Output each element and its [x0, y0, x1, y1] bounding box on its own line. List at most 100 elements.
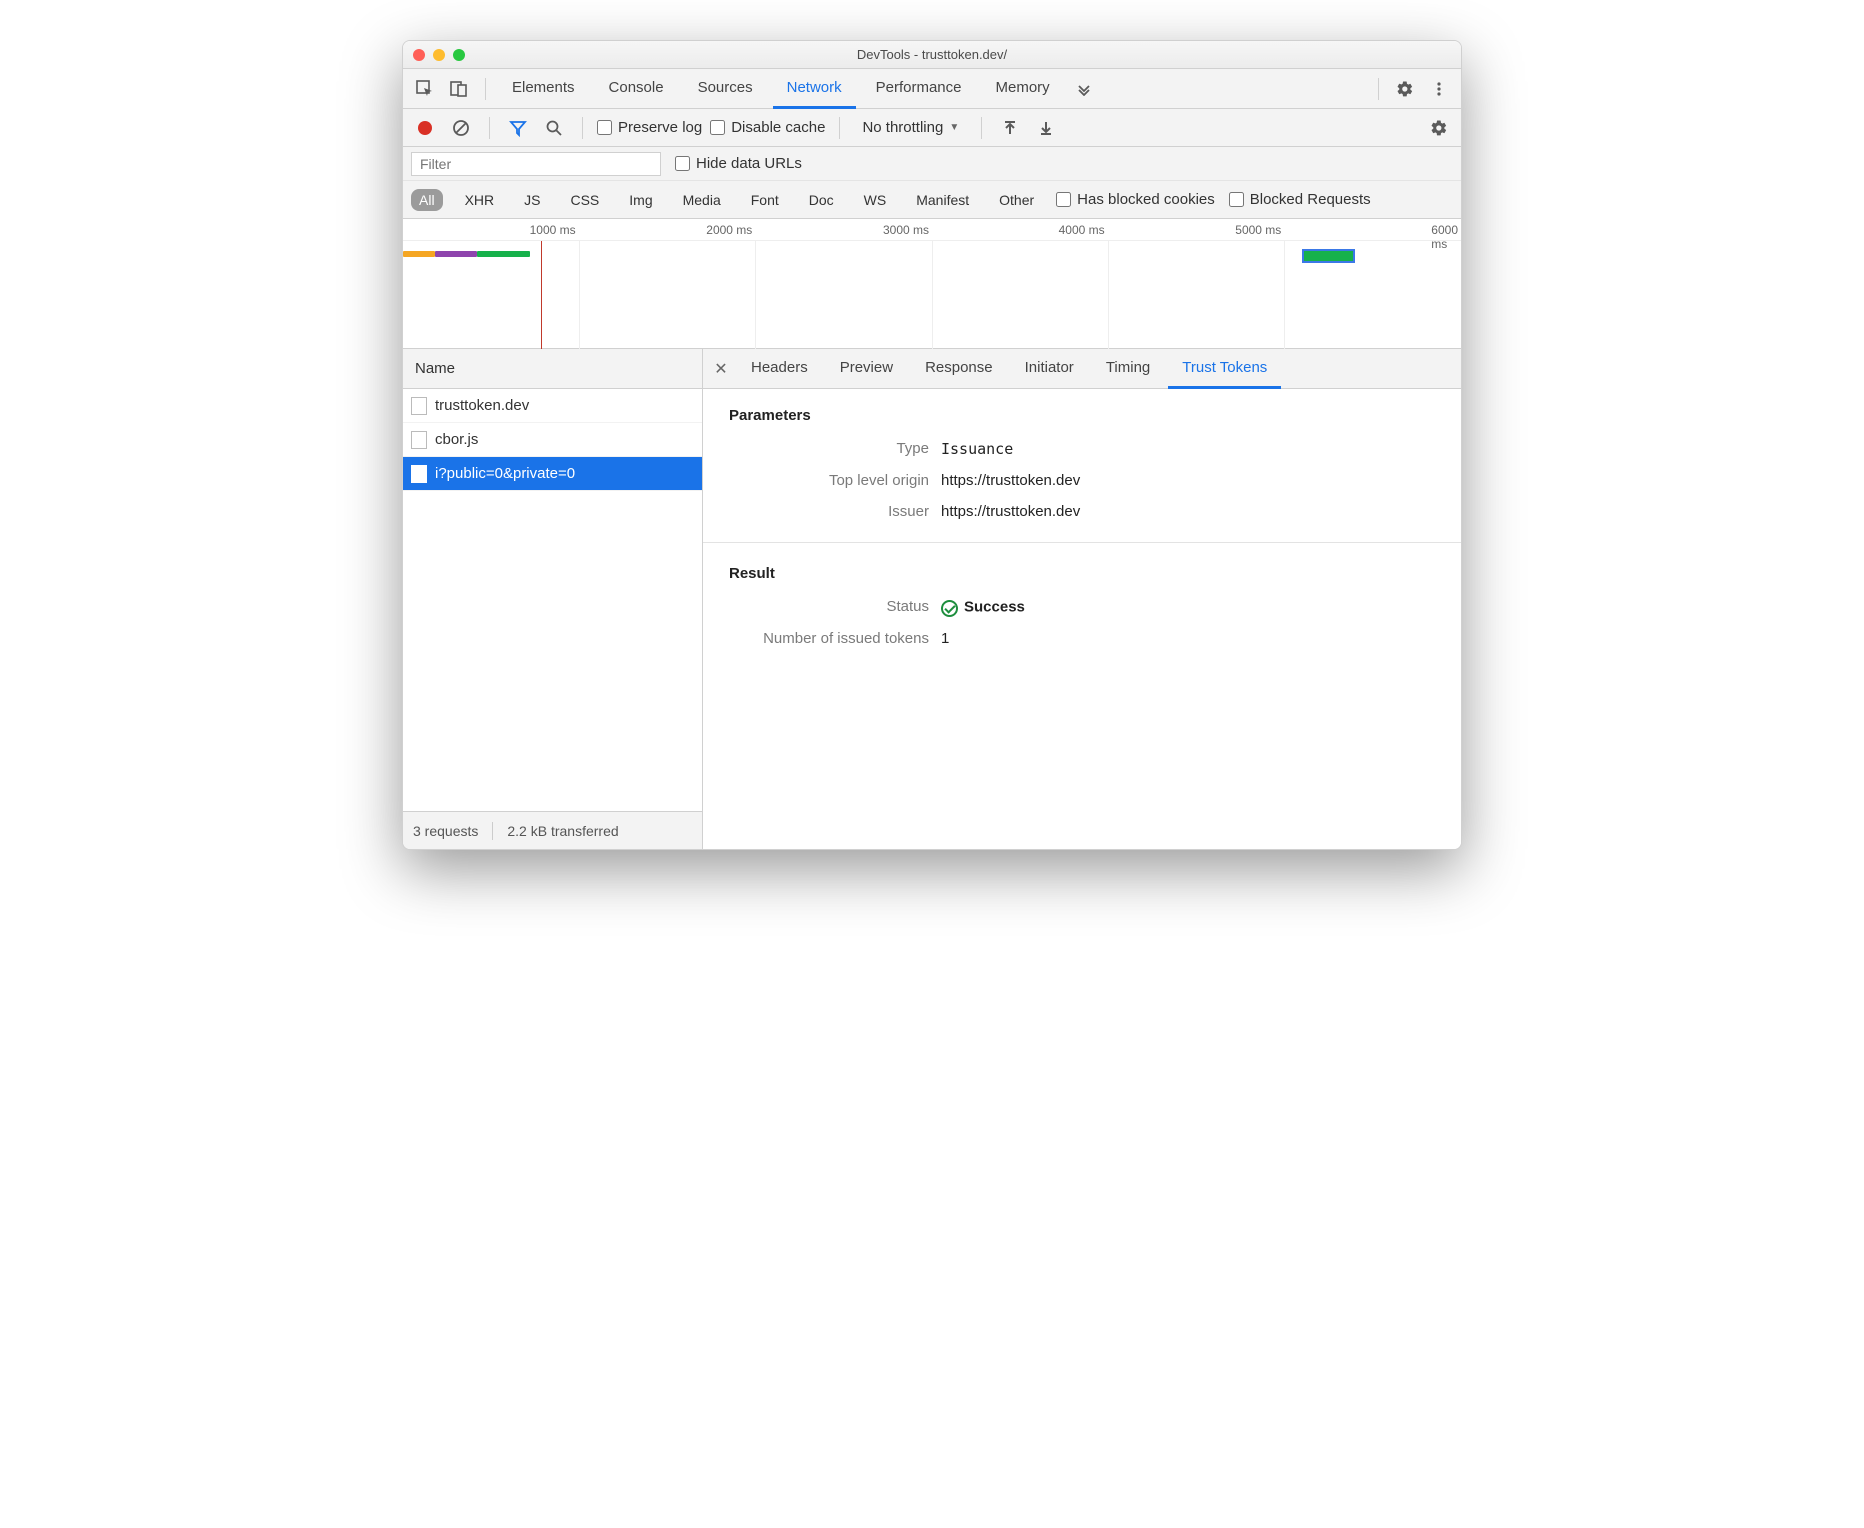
request-name: trusttoken.dev [435, 397, 529, 414]
tick-label: 5000 ms [1235, 223, 1284, 237]
name-column-header[interactable]: Name [403, 349, 702, 389]
blocked-requests-checkbox[interactable]: Blocked Requests [1229, 191, 1371, 208]
tab-trust-tokens[interactable]: Trust Tokens [1168, 349, 1281, 389]
filter-doc[interactable]: Doc [801, 189, 842, 211]
download-har-icon[interactable] [1032, 114, 1060, 142]
timeline-marker [541, 241, 542, 349]
tab-response[interactable]: Response [911, 349, 1007, 389]
timeline-segment [1302, 249, 1355, 263]
type-filters: All XHR JS CSS Img Media Font Doc WS Man… [403, 181, 1461, 219]
result-label: Number of issued tokens [729, 630, 929, 647]
tab-preview[interactable]: Preview [826, 349, 907, 389]
preserve-log-checkbox[interactable]: Preserve log [597, 119, 702, 136]
traffic-lights [413, 49, 465, 61]
maximize-icon[interactable] [453, 49, 465, 61]
request-name: cbor.js [435, 431, 478, 448]
filter-bar: Hide data URLs [403, 147, 1461, 181]
hide-data-urls-checkbox[interactable]: Hide data URLs [675, 155, 802, 172]
filter-media[interactable]: Media [675, 189, 729, 211]
param-value: Issuance [941, 440, 1013, 458]
tick-label: 2000 ms [706, 223, 755, 237]
window-title: DevTools - trusttoken.dev/ [403, 47, 1461, 62]
filter-ws[interactable]: WS [856, 189, 895, 211]
result-value: Success [941, 598, 1025, 616]
minimize-icon[interactable] [433, 49, 445, 61]
status-text: Success [964, 599, 1025, 616]
param-label: Issuer [729, 503, 929, 520]
param-row: Top level origin https://trusttoken.dev [729, 472, 1435, 489]
tab-initiator[interactable]: Initiator [1011, 349, 1088, 389]
timeline-overview[interactable]: 1000 ms 2000 ms 3000 ms 4000 ms 5000 ms … [403, 219, 1461, 349]
request-list: trusttoken.dev cbor.js i?public=0&privat… [403, 389, 702, 811]
tab-headers[interactable]: Headers [737, 349, 822, 389]
inspect-icon[interactable] [411, 75, 439, 103]
disable-cache-label: Disable cache [731, 119, 825, 136]
divider [703, 542, 1461, 543]
throttling-value: No throttling [862, 119, 943, 136]
filter-all[interactable]: All [411, 189, 443, 211]
param-value: https://trusttoken.dev [941, 503, 1080, 520]
throttling-select[interactable]: No throttling ▼ [854, 119, 967, 136]
filter-manifest[interactable]: Manifest [908, 189, 977, 211]
close-icon[interactable]: ✕ [709, 359, 733, 379]
blocked-requests-label: Blocked Requests [1250, 191, 1371, 208]
search-icon[interactable] [540, 114, 568, 142]
panel-settings-gear-icon[interactable] [1425, 114, 1453, 142]
clear-icon[interactable] [447, 114, 475, 142]
status-bar: 3 requests 2.2 kB transferred [403, 811, 702, 849]
has-blocked-cookies-label: Has blocked cookies [1077, 191, 1215, 208]
filter-css[interactable]: CSS [562, 189, 607, 211]
param-row: Type Issuance [729, 440, 1435, 458]
tab-console[interactable]: Console [595, 69, 678, 109]
timeline-body [403, 241, 1461, 349]
titlebar: DevTools - trusttoken.dev/ [403, 41, 1461, 69]
list-item[interactable]: cbor.js [403, 423, 702, 457]
request-name: i?public=0&private=0 [435, 465, 575, 482]
timeline-ticks: 1000 ms 2000 ms 3000 ms 4000 ms 5000 ms … [403, 219, 1461, 241]
filter-xhr[interactable]: XHR [457, 189, 503, 211]
hide-data-urls-label: Hide data URLs [696, 155, 802, 172]
has-blocked-cookies-checkbox[interactable]: Has blocked cookies [1056, 191, 1215, 208]
device-toggle-icon[interactable] [445, 75, 473, 103]
tab-memory[interactable]: Memory [982, 69, 1064, 109]
tick-label: 1000 ms [530, 223, 579, 237]
tick-label: 4000 ms [1059, 223, 1108, 237]
record-button[interactable] [411, 114, 439, 142]
parameters-heading: Parameters [729, 407, 1435, 424]
list-item[interactable]: i?public=0&private=0 [403, 457, 702, 491]
upload-har-icon[interactable] [996, 114, 1024, 142]
detail-body: Parameters Type Issuance Top level origi… [703, 389, 1461, 849]
param-value: https://trusttoken.dev [941, 472, 1080, 489]
result-row: Number of issued tokens 1 [729, 630, 1435, 647]
detail-panel: ✕ Headers Preview Response Initiator Tim… [703, 349, 1461, 849]
tick-label: 3000 ms [883, 223, 932, 237]
tab-sources[interactable]: Sources [684, 69, 767, 109]
param-row: Issuer https://trusttoken.dev [729, 503, 1435, 520]
param-label: Type [729, 440, 929, 458]
tab-network[interactable]: Network [773, 69, 856, 109]
detail-tabs: ✕ Headers Preview Response Initiator Tim… [703, 349, 1461, 389]
result-label: Status [729, 598, 929, 616]
tab-timing[interactable]: Timing [1092, 349, 1164, 389]
list-item[interactable]: trusttoken.dev [403, 389, 702, 423]
tab-performance[interactable]: Performance [862, 69, 976, 109]
result-heading: Result [729, 565, 1435, 582]
filter-js[interactable]: JS [516, 189, 548, 211]
tab-elements[interactable]: Elements [498, 69, 589, 109]
more-tabs-icon[interactable] [1070, 75, 1098, 103]
filter-other[interactable]: Other [991, 189, 1042, 211]
kebab-menu-icon[interactable] [1425, 75, 1453, 103]
main-tabs: Elements Console Sources Network Perform… [403, 69, 1461, 109]
result-value: 1 [941, 630, 949, 647]
close-icon[interactable] [413, 49, 425, 61]
network-toolbar: Preserve log Disable cache No throttling… [403, 109, 1461, 147]
filter-img[interactable]: Img [621, 189, 660, 211]
transferred-size: 2.2 kB transferred [507, 823, 618, 839]
disable-cache-checkbox[interactable]: Disable cache [710, 119, 825, 136]
settings-gear-icon[interactable] [1391, 75, 1419, 103]
filter-input[interactable] [411, 152, 661, 176]
filter-icon[interactable] [504, 114, 532, 142]
timeline-segment [477, 251, 530, 257]
filter-font[interactable]: Font [743, 189, 787, 211]
document-icon [411, 465, 427, 483]
